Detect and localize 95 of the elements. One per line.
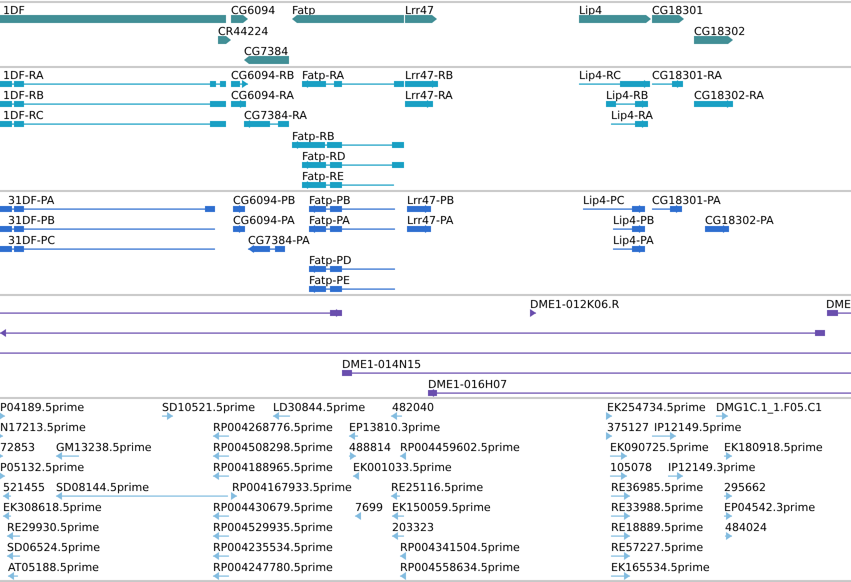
- est-label: EK090725.5prime: [610, 441, 709, 454]
- est-label: LD30844.5prime: [273, 401, 366, 414]
- est-label: SD08144.5prime: [56, 481, 149, 494]
- est-label: RE25116.5prime: [391, 481, 484, 494]
- protein-label: 31DF-PC: [8, 234, 56, 247]
- protein-label: Fatp-PA: [309, 214, 350, 227]
- est-label: RE18889.5prime: [611, 521, 704, 534]
- est-label: P05132.5prime: [0, 461, 84, 474]
- est-label: 203323: [392, 521, 434, 534]
- gene-label: CG7384: [244, 45, 288, 58]
- est-label: 521455: [3, 481, 45, 494]
- transcript-label: CG7384-RA: [244, 109, 307, 122]
- gene-label: CG18302: [694, 24, 746, 38]
- protein-label: Lrr47-PA: [407, 214, 454, 227]
- gene-label: CG6094: [231, 4, 276, 17]
- transcript-label: Fatp-RE: [302, 170, 344, 183]
- est-label: RE57227.5prime: [611, 541, 704, 554]
- est-label: RP004235534.5prime: [213, 541, 333, 554]
- est-label: RP004459602.5prime: [400, 441, 520, 454]
- clone-label: DME: [826, 298, 851, 311]
- est-label: RP004247780.5prime: [213, 561, 333, 574]
- transcript-label: Fatp-RA: [302, 69, 344, 82]
- protein-label: CG6094-PB: [233, 194, 296, 207]
- protein-label: 31DF-PA: [8, 194, 54, 207]
- protein-label: Fatp-PD: [309, 254, 352, 267]
- transcript-label: Lrr47-RA: [405, 89, 453, 102]
- est-label: RP004558634.5prime: [400, 561, 520, 574]
- protein-label: Lrr47-PB: [407, 194, 454, 207]
- gene-label: CG18301: [652, 4, 704, 17]
- transcript-label: CG18302-RA: [694, 89, 764, 102]
- gene-label: Fatp: [292, 4, 316, 17]
- est-label: IP12149.5prime: [654, 421, 742, 434]
- est-label: RP004529935.5prime: [213, 521, 333, 534]
- gene-label: Lip4: [579, 4, 602, 17]
- protein-label: 31DF-PB: [8, 214, 55, 227]
- transcript-label: Lip4-RC: [579, 69, 621, 82]
- transcript-label: 1DF-RC: [3, 109, 44, 122]
- est-label: N17213.5prime: [0, 421, 86, 434]
- transcript-label: Lip4-RB: [606, 89, 648, 102]
- est-label: 7699: [355, 501, 383, 514]
- transcript-label: 1DF-RB: [3, 89, 44, 102]
- protein-label: Lip4-PB: [613, 214, 654, 227]
- est-label: 105078: [610, 461, 652, 474]
- protein-label: CG18302-PA: [705, 214, 774, 227]
- est-label: EK150059.5prime: [392, 501, 491, 514]
- est-label: RP004341504.5prime: [400, 541, 520, 554]
- est-label: EK180918.5prime: [724, 441, 823, 454]
- est-label: 488814: [349, 441, 391, 454]
- est-label: RP004508298.5prime: [213, 441, 333, 454]
- transcript-label: Fatp-RD: [302, 150, 346, 163]
- est-label: EK308618.5prime: [3, 501, 102, 514]
- protein-label: CG6094-PA: [233, 214, 295, 227]
- transcript-label: 1DF-RA: [3, 69, 44, 82]
- transcript-label: Lrr47-RB: [405, 69, 454, 82]
- gene-label: CR44224: [218, 24, 268, 38]
- transcript-label: Fatp-RB: [292, 130, 335, 143]
- est-label: EK165534.5prime: [611, 561, 710, 574]
- est-label: EP04542.3prime: [724, 501, 816, 514]
- est-label: AT05188.5prime: [8, 561, 99, 574]
- est-label: SD10521.5prime: [162, 401, 255, 414]
- est-label: RP004430679.5prime: [213, 501, 333, 514]
- est-label: SD06524.5prime: [7, 541, 100, 554]
- est-label: 295662: [724, 481, 766, 494]
- est-label: DMG1C.1_1.F05.C1: [716, 401, 822, 414]
- est-label: 72853: [0, 441, 35, 454]
- est-label: RP004167933.5prime: [232, 481, 352, 494]
- protein-label: Lip4-PC: [583, 194, 624, 207]
- gene-label: Lrr47: [405, 4, 434, 17]
- protein-label: Lip4-PA: [613, 234, 654, 247]
- est-label: RP004268776.5prime: [213, 421, 333, 434]
- clone-label: DME1-016H07: [428, 378, 508, 391]
- clone-label: DME1-014N15: [342, 358, 422, 371]
- protein-label: CG18301-PA: [652, 194, 721, 207]
- est-label: 375127: [607, 421, 649, 434]
- est-label: P04189.5prime: [0, 401, 84, 414]
- protein-label: Fatp-PE: [309, 274, 350, 287]
- est-label: RE29930.5prime: [7, 521, 100, 534]
- est-label: RE36985.5prime: [611, 481, 704, 494]
- est-label: EP13810.3prime: [349, 421, 440, 434]
- transcript-label: Lip4-RA: [611, 109, 653, 122]
- est-label: GM13238.5prime: [56, 441, 152, 454]
- est-label: EK001033.5prime: [353, 461, 452, 474]
- est-label: 482040: [392, 401, 434, 414]
- est-label: IP12149.3prime: [668, 461, 756, 474]
- est-label: RP004188965.5prime: [213, 461, 333, 474]
- clone-label: DME1-012K06.R: [530, 298, 620, 311]
- protein-label: Fatp-PB: [309, 194, 351, 207]
- transcript-label: CG6094-RB: [231, 69, 294, 82]
- transcript-label: CG18301-RA: [652, 69, 722, 82]
- est-label: 484024: [725, 521, 767, 534]
- transcript-label: CG6094-RA: [231, 89, 294, 102]
- est-label: EK254734.5prime: [607, 401, 706, 414]
- gene-label: 1DF: [3, 4, 25, 17]
- est-label: RE33988.5prime: [611, 501, 704, 514]
- protein-label: CG7384-PA: [248, 234, 310, 247]
